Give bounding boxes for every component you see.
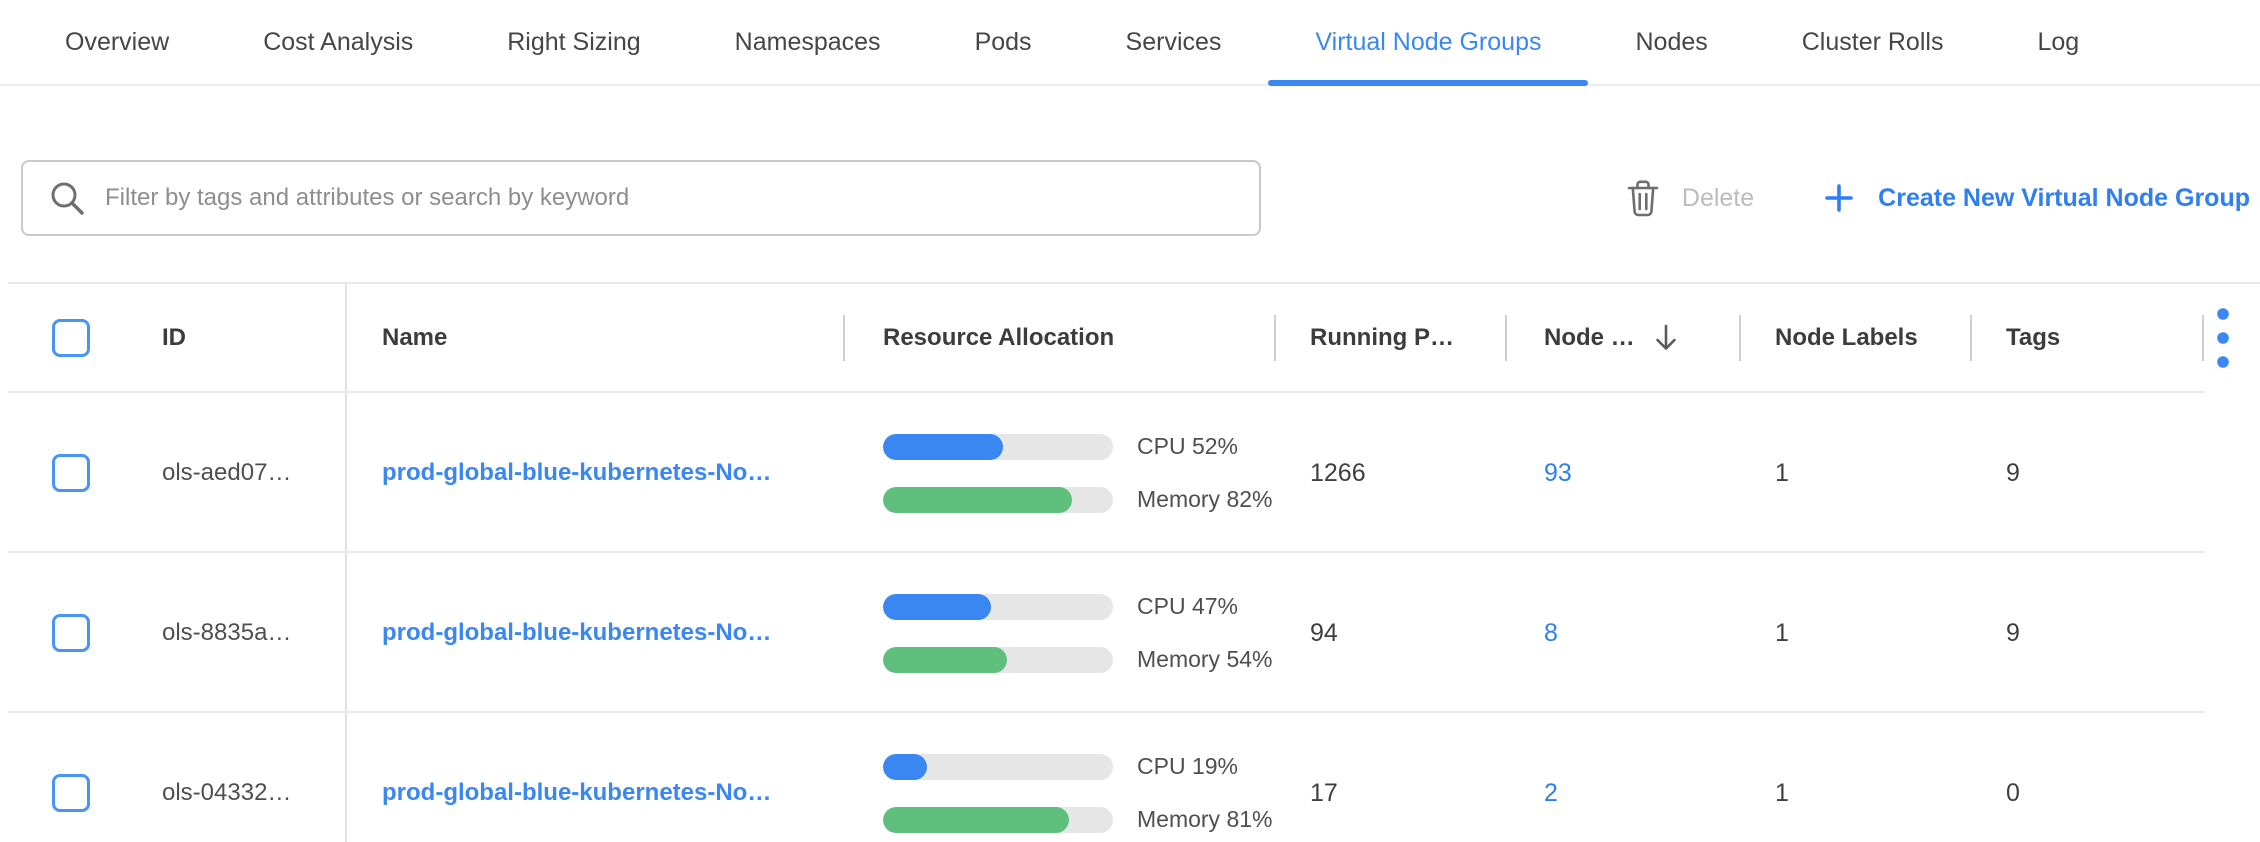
cpu-label: CPU 52% [1137, 433, 1238, 460]
cpu-bar [883, 754, 1113, 780]
vng-id: ols-aed07… [162, 459, 291, 487]
tab-cluster-rolls[interactable]: Cluster Rolls [1755, 0, 1991, 84]
vng-name-link[interactable]: prod-global-blue-kubernetes-No… [382, 779, 771, 807]
memory-bar-fill [883, 487, 1072, 513]
memory-label: Memory 54% [1137, 646, 1272, 673]
column-settings-kebab-icon[interactable] [2216, 307, 2230, 369]
column-header-nodes[interactable]: Node … [1544, 324, 1635, 352]
node-count-link[interactable]: 2 [1544, 779, 1558, 808]
tags-count: 9 [2006, 619, 2020, 648]
search-icon [49, 180, 85, 216]
table-row: ols-aed07… prod-global-blue-kubernetes-N… [0, 393, 2260, 553]
row-checkbox[interactable] [52, 454, 90, 492]
cpu-bar-fill [883, 754, 927, 780]
tab-namespaces[interactable]: Namespaces [688, 0, 928, 84]
create-virtual-node-group-button[interactable]: Create New Virtual Node Group [1824, 183, 2250, 213]
tab-nodes[interactable]: Nodes [1588, 0, 1754, 84]
resource-allocation: CPU 19% Memory 81% [883, 753, 1272, 833]
create-button-label: Create New Virtual Node Group [1878, 184, 2250, 213]
cpu-bar [883, 594, 1113, 620]
cpu-label: CPU 47% [1137, 593, 1238, 620]
cpu-bar-fill [883, 594, 991, 620]
table-row: ols-8835a… prod-global-blue-kubernetes-N… [0, 553, 2260, 713]
row-checkbox[interactable] [52, 774, 90, 812]
tab-overview[interactable]: Overview [18, 0, 216, 84]
column-header-resource-allocation[interactable]: Resource Allocation [883, 324, 1114, 352]
sort-descending-arrow-icon[interactable] [1653, 323, 1679, 353]
cpu-bar [883, 434, 1113, 460]
column-header-node-labels[interactable]: Node Labels [1775, 324, 1918, 352]
node-labels-count: 1 [1775, 619, 1789, 648]
vng-name-link[interactable]: prod-global-blue-kubernetes-No… [382, 619, 771, 647]
tab-pods[interactable]: Pods [928, 0, 1079, 84]
vng-id: ols-8835a… [162, 619, 291, 647]
filter-search-box[interactable] [21, 160, 1261, 236]
trash-icon [1626, 178, 1660, 218]
vng-id: ols-04332… [162, 779, 291, 807]
running-pods-count: 1266 [1310, 459, 1366, 488]
tab-virtual-node-groups[interactable]: Virtual Node Groups [1268, 0, 1588, 84]
column-header-name[interactable]: Name [382, 324, 447, 352]
node-count-link[interactable]: 93 [1544, 459, 1572, 488]
column-header-id[interactable]: ID [162, 324, 186, 352]
tab-right-sizing[interactable]: Right Sizing [460, 0, 687, 84]
table-header-row: ID Name Resource Allocation Running P… N… [0, 284, 2260, 391]
resource-allocation: CPU 52% Memory 82% [883, 433, 1272, 513]
tags-count: 0 [2006, 779, 2020, 808]
toolbar-actions: Delete Create New Virtual Node Group [1626, 160, 2250, 236]
memory-bar-fill [883, 807, 1069, 833]
column-header-tags[interactable]: Tags [2006, 324, 2060, 352]
memory-bar-fill [883, 647, 1007, 673]
tab-cost-analysis[interactable]: Cost Analysis [216, 0, 460, 84]
vng-name-link[interactable]: prod-global-blue-kubernetes-No… [382, 459, 771, 487]
row-checkbox[interactable] [52, 614, 90, 652]
select-all-checkbox[interactable] [52, 319, 90, 357]
node-count-link[interactable]: 8 [1544, 619, 1558, 648]
resource-allocation: CPU 47% Memory 54% [883, 593, 1272, 673]
table-row: ols-04332… prod-global-blue-kubernetes-N… [0, 713, 2260, 842]
search-input[interactable] [105, 184, 1259, 212]
column-header-running-pods[interactable]: Running P… [1310, 324, 1454, 352]
delete-button[interactable]: Delete [1626, 178, 1754, 218]
node-labels-count: 1 [1775, 779, 1789, 808]
delete-button-label: Delete [1682, 184, 1754, 213]
memory-label: Memory 82% [1137, 486, 1272, 513]
tags-count: 9 [2006, 459, 2020, 488]
table-body: ols-aed07… prod-global-blue-kubernetes-N… [0, 393, 2260, 842]
tab-log[interactable]: Log [1990, 0, 2126, 84]
plus-icon [1824, 183, 1854, 213]
running-pods-count: 94 [1310, 619, 1338, 648]
tab-services[interactable]: Services [1079, 0, 1269, 84]
cpu-bar-fill [883, 434, 1003, 460]
memory-label: Memory 81% [1137, 806, 1272, 833]
node-labels-count: 1 [1775, 459, 1789, 488]
top-tab-bar: Overview Cost Analysis Right Sizing Name… [0, 0, 2260, 86]
cpu-label: CPU 19% [1137, 753, 1238, 780]
running-pods-count: 17 [1310, 779, 1338, 808]
memory-bar [883, 647, 1113, 673]
memory-bar [883, 807, 1113, 833]
memory-bar [883, 487, 1113, 513]
